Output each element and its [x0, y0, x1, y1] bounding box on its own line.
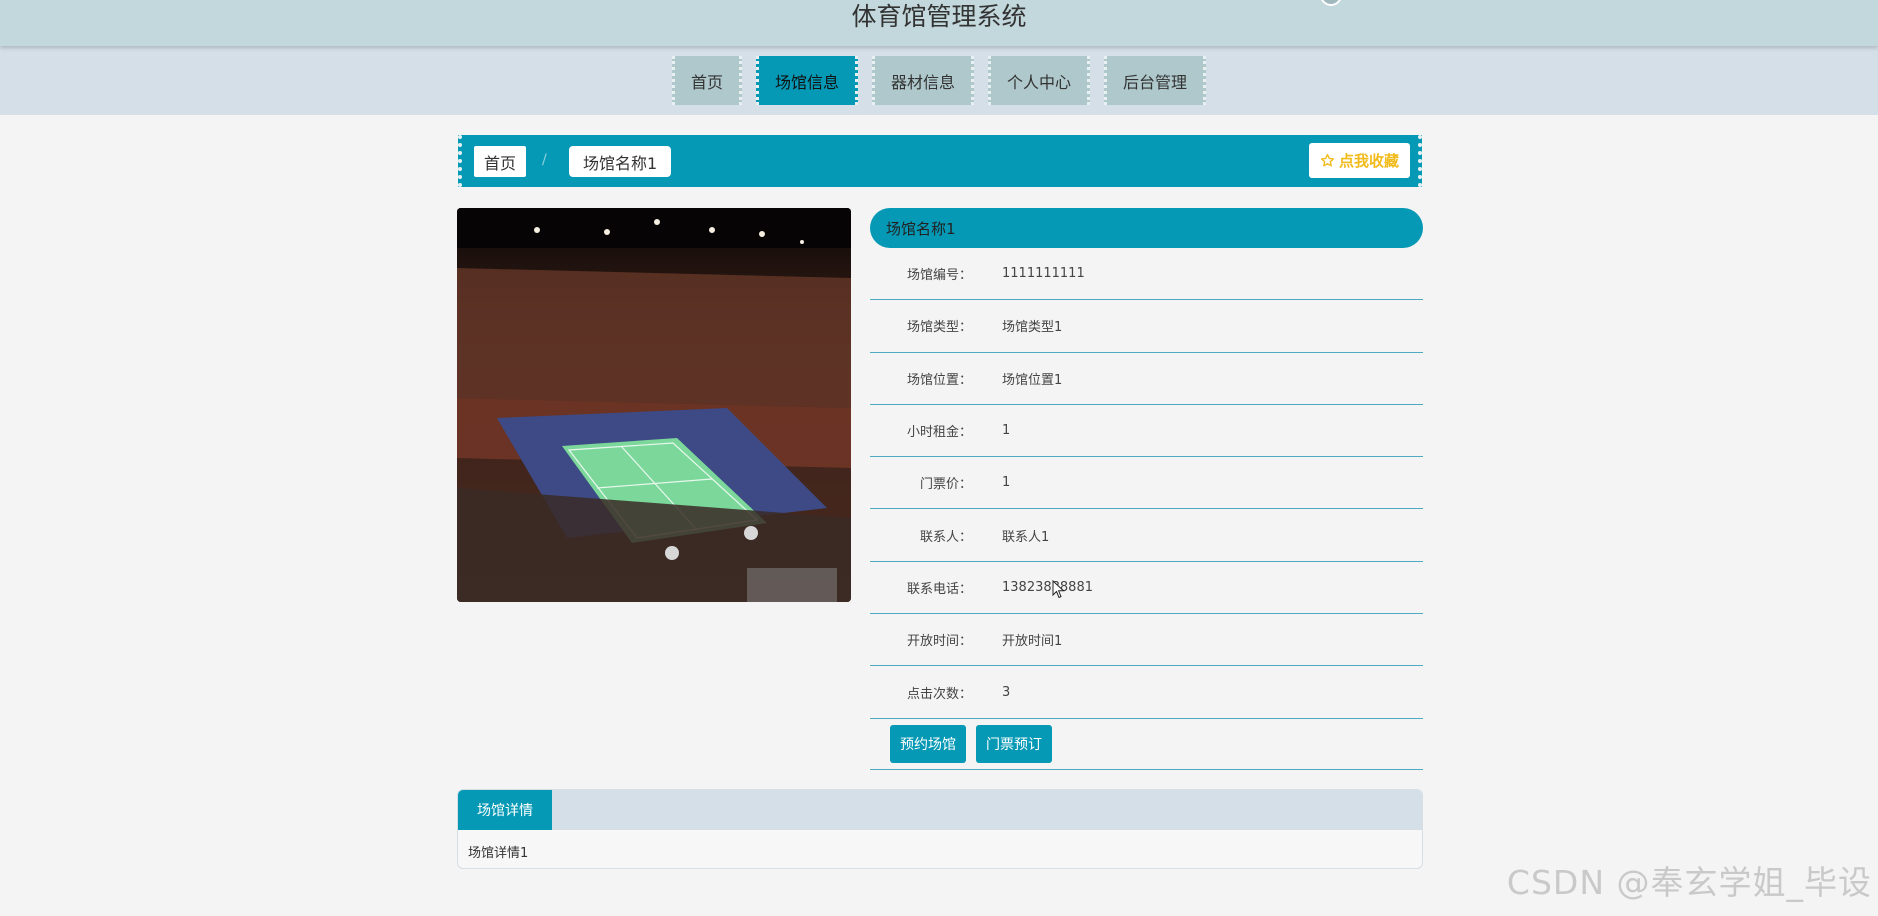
- venue-detail: 场馆名称1 场馆编号： 1111111111 场馆类型： 场馆类型1 场馆位置：…: [870, 208, 1423, 770]
- nav-item-admin[interactable]: 后台管理: [1104, 56, 1207, 105]
- breadcrumb: 首页 / 场馆名称1 点我收藏: [458, 135, 1422, 187]
- field-value: 1: [1002, 423, 1011, 439]
- field-label: 场馆类型：: [906, 320, 972, 336]
- field-value: 1111111111: [1002, 266, 1085, 282]
- field-label: 联系人：: [919, 529, 972, 545]
- field-label: 开放时间：: [906, 634, 972, 650]
- action-row: 预约场馆 门票预订: [870, 719, 1423, 770]
- site-title: 体育馆管理系统: [851, 2, 1027, 31]
- venue-name-heading: 场馆名称1: [870, 208, 1423, 248]
- nav-item-venue-info[interactable]: 场馆信息: [755, 56, 858, 105]
- field-label: 场馆位置：: [906, 372, 972, 388]
- favorite-label: 点我收藏: [1338, 152, 1399, 170]
- breadcrumb-home-link[interactable]: 首页: [474, 146, 527, 177]
- field-value: 联系人1: [1002, 529, 1050, 545]
- favorite-button[interactable]: 点我收藏: [1308, 143, 1410, 178]
- field-label: 联系电话：: [906, 581, 972, 597]
- detail-row: 场馆位置： 场馆位置1: [870, 353, 1423, 405]
- detail-row: 开放时间： 开放时间1: [870, 614, 1423, 667]
- field-value: 3: [1002, 684, 1011, 700]
- detail-row: 场馆编号： 1111111111: [870, 248, 1423, 301]
- detail-row: 小时租金： 1: [870, 405, 1423, 458]
- field-value: 13823888881: [1002, 579, 1093, 595]
- field-label: 门票价：: [919, 477, 972, 493]
- detail-row: 门票价： 1: [870, 457, 1423, 510]
- tab-venue-details[interactable]: 场馆详情: [458, 790, 552, 830]
- tab-header: 场馆详情: [458, 790, 1422, 830]
- detail-row: 场馆类型： 场馆类型1: [870, 300, 1423, 353]
- detail-tabs: 场馆详情 场馆详情1: [457, 789, 1423, 869]
- field-label: 场馆编号：: [906, 268, 972, 284]
- detail-row: 联系电话： 13823888881: [870, 562, 1423, 615]
- header-bar: 体育馆管理系统: [0, 0, 1878, 46]
- venue-photo: [457, 208, 851, 602]
- breadcrumb-current: 场馆名称1: [569, 146, 672, 177]
- field-value: 开放时间1: [1002, 634, 1063, 650]
- detail-row: 联系人： 联系人1: [870, 509, 1423, 562]
- mouse-cursor-icon: [1052, 580, 1065, 599]
- tab-content: 场馆详情1: [468, 846, 529, 861]
- star-outline-icon: [1320, 153, 1335, 167]
- nav-item-home[interactable]: 首页: [671, 56, 742, 105]
- field-value: 场馆位置1: [1002, 372, 1063, 388]
- arena-illustration: [457, 208, 851, 602]
- detail-row: 点击次数： 3: [870, 666, 1423, 719]
- user-avatar[interactable]: [1320, 0, 1342, 6]
- field-label: 小时租金：: [906, 425, 972, 441]
- nav-item-equipment-info[interactable]: 器材信息: [871, 56, 974, 105]
- field-value: 1: [1002, 475, 1011, 491]
- book-ticket-button[interactable]: 门票预订: [976, 724, 1052, 763]
- field-value: 场馆类型1: [1002, 320, 1063, 336]
- field-label: 点击次数：: [906, 686, 972, 702]
- breadcrumb-separator: /: [542, 152, 547, 168]
- watermark: CSDN @奉玄学姐_毕设: [1506, 863, 1872, 902]
- book-venue-button[interactable]: 预约场馆: [890, 724, 966, 763]
- main-nav: 首页 场馆信息 器材信息 个人中心 后台管理: [0, 46, 1878, 115]
- nav-item-personal-center[interactable]: 个人中心: [988, 56, 1091, 105]
